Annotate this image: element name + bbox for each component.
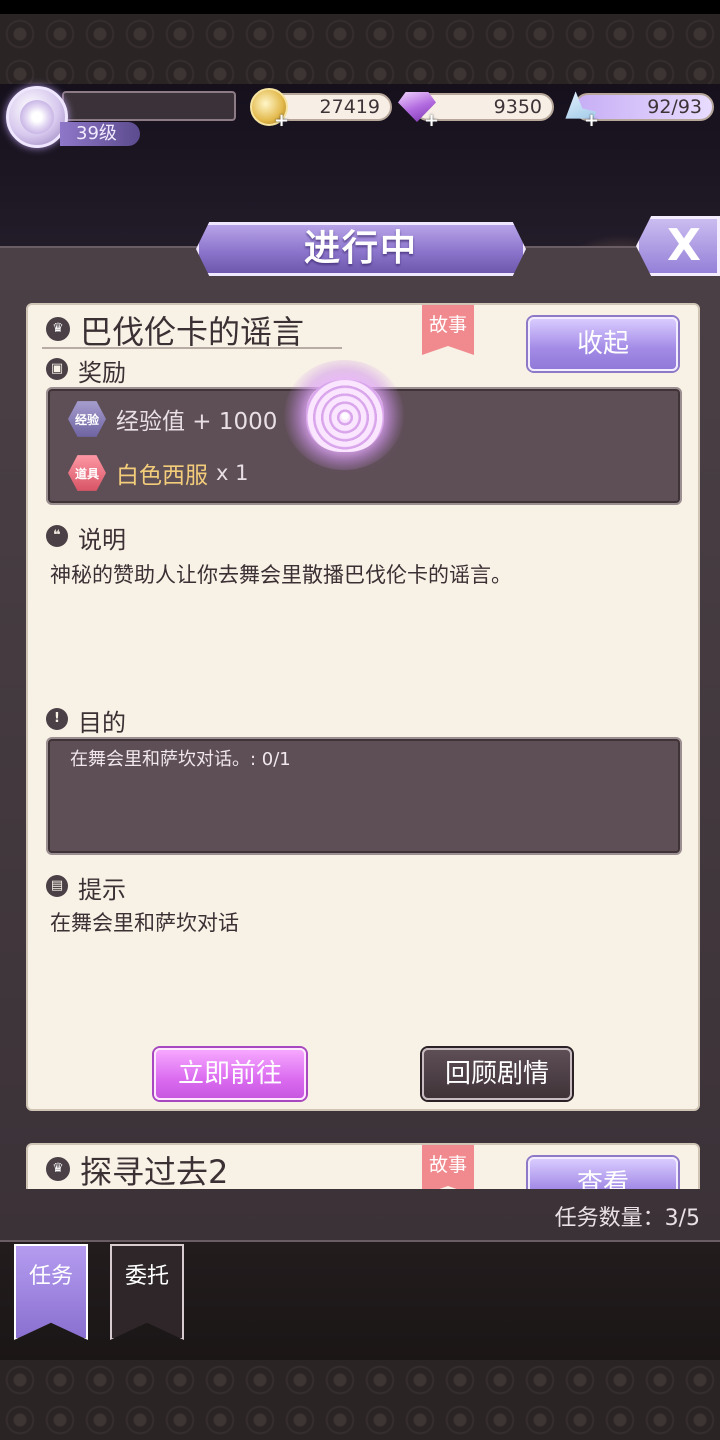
- player-level: 39级: [60, 122, 140, 146]
- panel-title: 进行中: [196, 222, 526, 276]
- goal-text: 在舞会里和萨坎对话。: 0/1: [70, 749, 291, 770]
- player-name-bar: [62, 91, 236, 121]
- player-avatar[interactable]: [6, 86, 68, 148]
- quest-card-next[interactable]: ♛ 探寻过去2 故事 查看: [26, 1143, 700, 1189]
- go-now-button[interactable]: 立即前往: [154, 1048, 306, 1100]
- hint-section-icon: ▤: [46, 875, 68, 897]
- top-decorative-border: [0, 14, 720, 84]
- add-gold-plus-icon[interactable]: +: [274, 110, 289, 131]
- view-button[interactable]: 查看: [528, 1157, 678, 1189]
- exp-badge-icon: 经验: [68, 401, 106, 437]
- crown-icon: ♛: [46, 317, 70, 341]
- title-underline: [42, 347, 342, 349]
- hint-label: 提示: [78, 876, 126, 904]
- goal-section-icon: !: [46, 708, 68, 730]
- description-label: 说明: [78, 526, 126, 554]
- description-text: 神秘的赞助人让你去舞会里散播巴伐伦卡的谣言。: [50, 563, 512, 587]
- reward-section-icon: ▣: [46, 358, 68, 380]
- story-tag: 故事: [422, 1145, 474, 1189]
- reward-item-qty: x 1: [216, 461, 249, 485]
- add-gem-plus-icon[interactable]: +: [424, 110, 439, 131]
- collapse-button[interactable]: 收起: [528, 317, 678, 371]
- reward-exp-text: 经验值 + 1000: [116, 409, 278, 435]
- reward-row-exp: 经验 经验值 + 1000: [68, 399, 277, 439]
- rose-icon: [306, 380, 384, 452]
- quest-title: 探寻过去2: [80, 1153, 229, 1189]
- crown-icon: ♛: [46, 1157, 70, 1181]
- bottom-decorative-border: [0, 1360, 720, 1440]
- goal-label: 目的: [78, 709, 126, 737]
- description-section-icon: ❝: [46, 525, 68, 547]
- close-button[interactable]: X: [636, 216, 720, 276]
- story-tag: 故事: [422, 305, 474, 355]
- mission-count: 任务数量：3/5: [554, 1206, 700, 1231]
- item-badge-icon: 道具: [68, 455, 106, 491]
- reward-label: 奖励: [78, 359, 126, 387]
- goal-box: 在舞会里和萨坎对话。: 0/1: [46, 737, 682, 855]
- reward-item-name: 白色西服: [116, 463, 208, 489]
- rose-avatar-icon: [20, 100, 54, 134]
- hint-text: 在舞会里和萨坎对话: [50, 911, 239, 935]
- review-story-button[interactable]: 回顾剧情: [422, 1048, 572, 1100]
- reward-row-item[interactable]: 道具 白色西服 x 1: [68, 453, 248, 493]
- add-stamina-plus-icon[interactable]: +: [584, 110, 599, 131]
